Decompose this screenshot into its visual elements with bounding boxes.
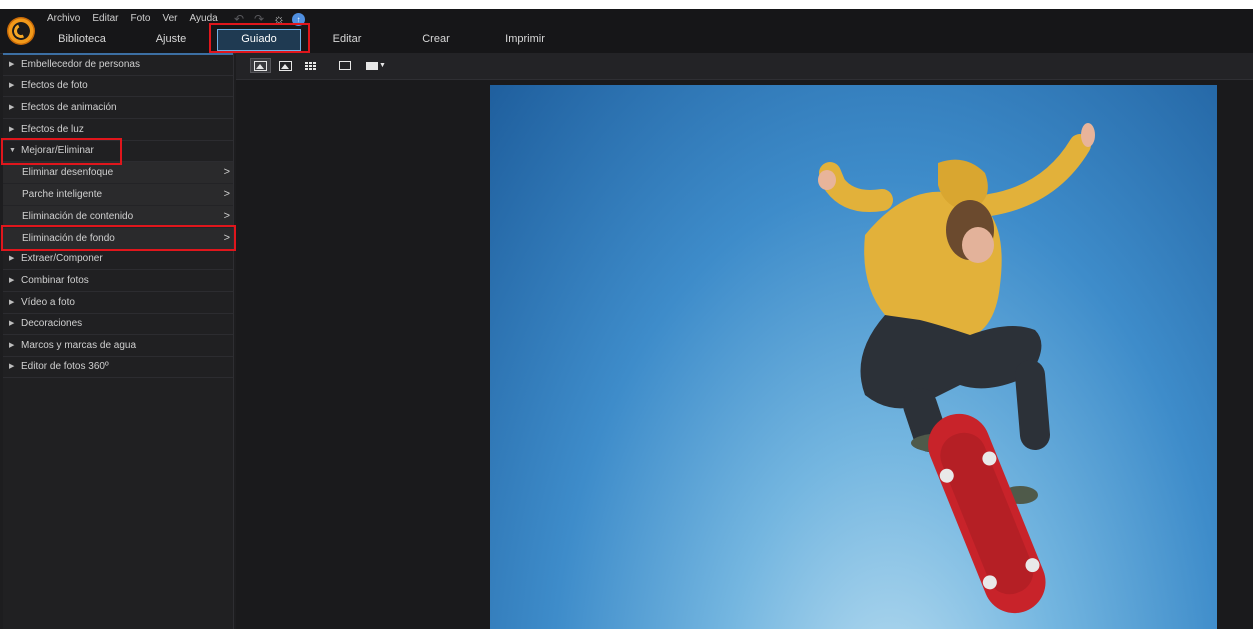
sidebar-item-decoraciones[interactable]: ▶ Decoraciones: [3, 314, 233, 335]
settings-icon[interactable]: ☼: [272, 11, 286, 27]
view-toolbar: ▼: [236, 53, 1253, 80]
tab-biblioteca[interactable]: Biblioteca: [40, 29, 124, 51]
menu-editar[interactable]: Editar: [86, 10, 124, 28]
app-window: Archivo Editar Foto Ver Ayuda ↶ ↷ ☼ ↑ Bi…: [0, 9, 1253, 629]
undo-icon[interactable]: ↶: [232, 11, 246, 27]
tab-guiado[interactable]: Guiado: [217, 29, 301, 51]
sidebar-item-marcos[interactable]: ▶ Marcos y marcas de agua: [3, 336, 233, 357]
chevron-right-icon: >: [223, 210, 230, 222]
sidebar-item-label: Combinar fotos: [21, 275, 89, 286]
menu-foto[interactable]: Foto: [124, 10, 156, 28]
compare-view-icon[interactable]: [250, 58, 271, 73]
subitem-eliminar-desenfoque[interactable]: Eliminar desenfoque >: [3, 162, 233, 184]
sidebar-item-label: Efectos de foto: [21, 80, 88, 91]
tab-ajuste[interactable]: Ajuste: [132, 29, 210, 51]
sidebar-item-mejorar-eliminar[interactable]: ▼ Mejorar/Eliminar: [3, 141, 233, 162]
guided-sidebar: ▶ Embellecedor de personas ▶ Efectos de …: [3, 53, 234, 629]
tab-imprimir[interactable]: Imprimir: [486, 29, 564, 51]
grid-view-icon[interactable]: [300, 58, 321, 73]
sidebar-item-label: Embellecedor de personas: [21, 59, 140, 70]
sidebar-item-video-a-foto[interactable]: ▶ Vídeo a foto: [3, 293, 233, 314]
expand-arrow-icon: ▶: [9, 342, 15, 349]
menu-ayuda[interactable]: Ayuda: [184, 10, 224, 28]
expand-arrow-icon: ▶: [9, 126, 15, 133]
expand-arrow-icon: ▶: [9, 104, 15, 111]
expand-arrow-icon: ▶: [9, 82, 15, 89]
sidebar-item-label: Extraer/Componer: [21, 253, 103, 264]
tab-crear[interactable]: Crear: [397, 29, 475, 51]
sidebar-item-combinar-fotos[interactable]: ▶ Combinar fotos: [3, 271, 233, 292]
photo-preview: [490, 85, 1217, 629]
single-view-icon[interactable]: [275, 58, 296, 73]
sidebar-item-label: Efectos de animación: [21, 102, 117, 113]
app-logo-icon: [7, 17, 35, 45]
subitem-label: Eliminación de fondo: [22, 233, 115, 244]
collapse-arrow-icon: ▼: [9, 147, 16, 154]
workspace: ▼: [236, 53, 1253, 629]
menu-bar: Archivo Editar Foto Ver Ayuda: [41, 10, 224, 28]
expand-arrow-icon: ▶: [9, 363, 15, 370]
display-menu-icon[interactable]: ▼: [364, 58, 388, 73]
tab-editar[interactable]: Editar: [308, 29, 386, 51]
subitem-eliminacion-contenido[interactable]: Eliminación de contenido >: [3, 206, 233, 228]
expand-arrow-icon: ▶: [9, 277, 15, 284]
subitem-label: Eliminación de contenido: [22, 211, 134, 222]
subitem-parche-inteligente[interactable]: Parche inteligente >: [3, 184, 233, 206]
fit-window-icon[interactable]: [334, 58, 355, 73]
sidebar-item-editor-360[interactable]: ▶ Editor de fotos 360º: [3, 357, 233, 378]
sidebar-item-efectos-luz[interactable]: ▶ Efectos de luz: [3, 120, 233, 141]
expand-arrow-icon: ▶: [9, 61, 15, 68]
menu-archivo[interactable]: Archivo: [41, 10, 86, 28]
subitem-label: Eliminar desenfoque: [22, 167, 114, 178]
title-bar: Archivo Editar Foto Ver Ayuda ↶ ↷ ☼ ↑ Bi…: [0, 9, 1253, 54]
expand-arrow-icon: ▶: [9, 320, 15, 327]
sidebar-item-label: Efectos de luz: [21, 124, 84, 135]
sidebar-item-label: Marcos y marcas de agua: [21, 340, 137, 351]
chevron-right-icon: >: [223, 188, 230, 200]
chevron-right-icon: >: [223, 166, 230, 178]
menu-ver[interactable]: Ver: [157, 10, 184, 28]
sidebar-item-label: Editor de fotos 360º: [21, 361, 109, 372]
sidebar-item-embellecedor[interactable]: ▶ Embellecedor de personas: [3, 55, 233, 76]
skateboarder-photo: [818, 123, 1095, 614]
update-icon[interactable]: ↑: [292, 12, 305, 26]
sidebar-item-label: Decoraciones: [21, 318, 83, 329]
sidebar-item-label: Mejorar/Eliminar: [21, 145, 94, 156]
quick-actions: ↶ ↷ ☼ ↑: [232, 10, 305, 28]
expand-arrow-icon: ▶: [9, 255, 15, 262]
subitem-eliminacion-fondo[interactable]: Eliminación de fondo >: [3, 228, 233, 250]
redo-icon[interactable]: ↷: [252, 11, 266, 27]
chevron-right-icon: >: [223, 232, 230, 244]
expand-arrow-icon: ▶: [9, 299, 15, 306]
sidebar-item-extraer-componer[interactable]: ▶ Extraer/Componer: [3, 249, 233, 270]
sidebar-item-label: Vídeo a foto: [21, 297, 75, 308]
sidebar-item-efectos-animacion[interactable]: ▶ Efectos de animación: [3, 98, 233, 119]
subitem-label: Parche inteligente: [22, 189, 103, 200]
sidebar-item-efectos-foto[interactable]: ▶ Efectos de foto: [3, 76, 233, 97]
